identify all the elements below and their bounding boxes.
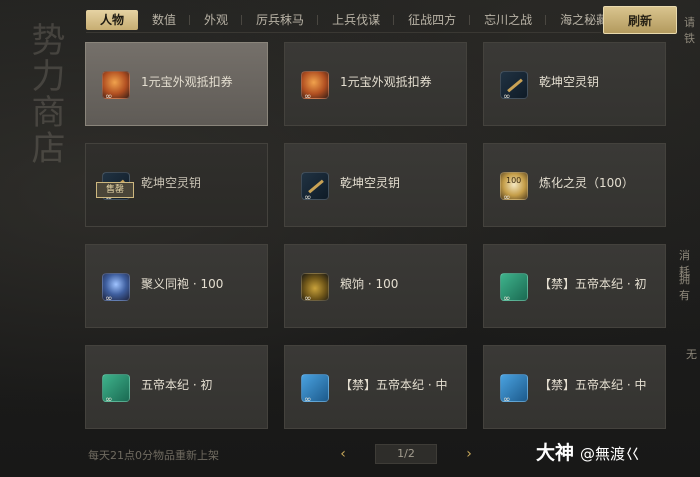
shop-item-card[interactable]: ∞ 乾坤空灵钥	[284, 143, 467, 227]
watermark-brand: 大神	[536, 442, 575, 464]
item-name: 乾坤空灵钥	[141, 176, 202, 190]
tab-label: 外观	[204, 13, 229, 27]
next-page-icon[interactable]: ›	[459, 446, 479, 462]
shop-item-card[interactable]: ∞ 【禁】五帝本纪 · 中	[483, 345, 666, 429]
item-name: 聚义同袍 · 100	[141, 277, 224, 291]
item-name: 乾坤空灵钥	[539, 75, 600, 89]
shop-title: 势力商店	[25, 22, 65, 166]
page-indicator: 1/2	[375, 444, 437, 464]
item-name: 炼化之灵（100）	[539, 176, 634, 190]
infinity-icon: ∞	[503, 294, 511, 304]
watermark-handle: @無渡巜	[580, 445, 641, 463]
tab-character[interactable]: 人物	[86, 10, 139, 30]
refresh-button[interactable]: 刷新	[603, 6, 677, 34]
none-label: 无	[686, 348, 697, 361]
tab-divider	[86, 32, 601, 33]
tab-appearance[interactable]: 外观	[190, 10, 243, 30]
infinity-icon: ∞	[304, 395, 312, 405]
item-name: 乾坤空灵钥	[340, 176, 401, 190]
tab-stats[interactable]: 数值	[138, 10, 191, 30]
item-name: 五帝本纪 · 初	[141, 378, 213, 392]
shop-item-card[interactable]: ∞ 1元宝外观抵扣券	[284, 42, 467, 126]
sold-out-badge: 售罄	[96, 182, 134, 198]
tab-label: 厉兵秣马	[256, 13, 305, 27]
item-name: 【禁】五帝本纪 · 中	[340, 378, 448, 392]
tab-label: 海之秘藏	[560, 13, 609, 27]
infinity-icon: ∞	[503, 395, 511, 405]
infinity-icon: ∞	[105, 294, 113, 304]
item-name: 1元宝外观抵扣券	[340, 75, 432, 89]
infinity-icon: ∞	[105, 92, 113, 102]
shop-item-card[interactable]: ∞ 售罄 乾坤空灵钥	[85, 143, 268, 227]
shop-item-card[interactable]: ∞ 炼化之灵（100）	[483, 143, 666, 227]
infinity-icon: ∞	[105, 395, 113, 405]
tab-label: 人物	[100, 13, 125, 27]
item-name: 【禁】五帝本纪 · 初	[539, 277, 647, 291]
tab-label: 数值	[152, 13, 177, 27]
shop-item-card[interactable]: ∞ 乾坤空灵钥	[483, 42, 666, 126]
item-name: 粮饷 · 100	[340, 277, 399, 291]
watermark: 大神 @無渡巜	[536, 438, 640, 465]
infinity-icon: ∞	[503, 92, 511, 102]
infinity-icon: ∞	[304, 193, 312, 203]
item-name: 1元宝外观抵扣券	[141, 75, 233, 89]
shop-item-card[interactable]: ∞ 【禁】五帝本纪 · 初	[483, 244, 666, 328]
prev-page-icon[interactable]: ‹	[333, 446, 353, 462]
edge-text-top: 请铁	[684, 16, 695, 45]
pagination: ‹ 1/2 ›	[333, 444, 479, 464]
infinity-icon: ∞	[304, 294, 312, 304]
tab-zhengzhan-sifang[interactable]: 征战四方	[394, 10, 471, 30]
tab-libing-moma[interactable]: 厉兵秣马	[242, 10, 319, 30]
shop-item-card[interactable]: ∞ 五帝本纪 · 初	[85, 345, 268, 429]
tab-wangchuan[interactable]: 忘川之战	[470, 10, 547, 30]
tab-label: 征战四方	[408, 13, 457, 27]
shop-item-card[interactable]: ∞ 粮饷 · 100	[284, 244, 467, 328]
item-name: 【禁】五帝本纪 · 中	[539, 378, 647, 392]
restock-note: 每天21点0分物品重新上架	[88, 449, 219, 462]
shop-item-card[interactable]: ∞ 1元宝外观抵扣券	[85, 42, 268, 126]
shop-item-card[interactable]: ∞ 聚义同袍 · 100	[85, 244, 268, 328]
shop-item-card[interactable]: ∞ 【禁】五帝本纪 · 中	[284, 345, 467, 429]
tab-bar: 人物 数值 外观 厉兵秣马 上兵伐谋 征战四方 忘川之战 海之秘藏	[86, 8, 622, 32]
tab-label: 忘川之战	[484, 13, 533, 27]
own-label: 拥有	[679, 273, 690, 302]
infinity-icon: ∞	[304, 92, 312, 102]
tab-shangbing-famou[interactable]: 上兵伐谋	[318, 10, 395, 30]
tab-label: 上兵伐谋	[332, 13, 381, 27]
infinity-icon: ∞	[503, 193, 511, 203]
